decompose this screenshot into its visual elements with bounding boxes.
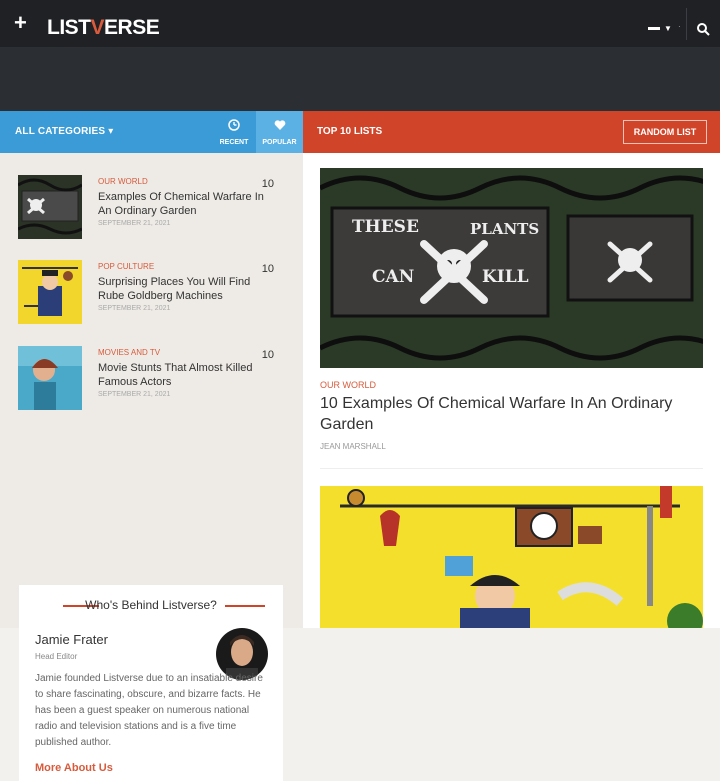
category-bar: ALL CATEGORIES ▾ RECENT POPULAR bbox=[0, 111, 303, 153]
article-title[interactable]: 10 Examples Of Chemical Warfare In An Or… bbox=[320, 393, 700, 435]
about-heading: Who's Behind Listverse? bbox=[85, 598, 217, 612]
thumbnail-image[interactable] bbox=[18, 346, 82, 410]
item-count: 10 bbox=[261, 178, 274, 190]
top-lists-bar: TOP 10 LISTS RANDOM LIST bbox=[303, 111, 720, 153]
main-content: THESE PLANTS CAN KILL OUR WORLD 10 Examp… bbox=[303, 153, 720, 628]
article-category[interactable]: OUR WORLD bbox=[320, 380, 376, 390]
menu-bar-icon bbox=[648, 27, 660, 30]
heart-icon bbox=[256, 119, 303, 134]
sidebar: OUR WORLD 10 Examples Of Chemical Warfar… bbox=[0, 153, 303, 781]
listverse-logo[interactable]: LISTVERSE bbox=[47, 17, 160, 39]
item-date: SEPTEMBER 21, 2021 bbox=[98, 305, 171, 312]
featured-image[interactable] bbox=[320, 486, 703, 628]
item-category[interactable]: MOVIES AND TV bbox=[98, 348, 160, 357]
item-title[interactable]: Surprising Places You Will Find Rube Gol… bbox=[98, 275, 273, 303]
chevron-down-icon: ▼ bbox=[664, 24, 672, 33]
clock-icon bbox=[212, 119, 256, 134]
header-band bbox=[0, 48, 720, 111]
article-author[interactable]: JEAN MARSHALL bbox=[320, 442, 386, 451]
sign-text-these: THESE bbox=[352, 217, 419, 237]
list-item[interactable]: OUR WORLD 10 Examples Of Chemical Warfar… bbox=[18, 175, 278, 239]
item-count: 10 bbox=[261, 349, 274, 361]
tab-recent[interactable]: RECENT bbox=[212, 111, 256, 153]
item-count: 10 bbox=[261, 263, 274, 275]
plus-icon[interactable]: + bbox=[14, 12, 27, 34]
item-title[interactable]: Examples Of Chemical Warfare In An Ordin… bbox=[98, 190, 273, 218]
featured-image[interactable]: THESE PLANTS CAN KILL bbox=[320, 168, 703, 368]
tab-popular-label: POPULAR bbox=[262, 139, 297, 146]
random-list-button[interactable]: RANDOM LIST bbox=[623, 120, 707, 144]
divider bbox=[686, 8, 687, 40]
sign-text-can: CAN bbox=[372, 267, 414, 287]
list-item[interactable]: POP CULTURE 10 Surprising Places You Wil… bbox=[18, 260, 278, 324]
all-categories-dropdown[interactable]: ALL CATEGORIES ▾ bbox=[15, 126, 113, 137]
divider bbox=[320, 468, 703, 469]
editor-name: Jamie Frater bbox=[35, 632, 108, 647]
top-10-lists-link[interactable]: TOP 10 LISTS bbox=[317, 126, 382, 137]
tab-popular[interactable]: POPULAR bbox=[256, 111, 303, 153]
tab-recent-label: RECENT bbox=[219, 139, 249, 146]
search-icon[interactable] bbox=[696, 22, 710, 36]
sign-text-kill: KILL bbox=[482, 267, 529, 287]
dot-icon: · bbox=[678, 22, 681, 31]
menu-dropdown-toggle[interactable]: ▼ · bbox=[644, 22, 684, 34]
item-date: SEPTEMBER 21, 2021 bbox=[98, 391, 171, 398]
editor-role: Head Editor bbox=[35, 652, 78, 661]
item-category[interactable]: OUR WORLD bbox=[98, 177, 148, 186]
thumbnail-image[interactable] bbox=[18, 175, 82, 239]
item-category[interactable]: POP CULTURE bbox=[98, 262, 154, 271]
about-box: Who's Behind Listverse? Jamie Frater Hea… bbox=[19, 585, 283, 781]
sign-text-plants: PLANTS bbox=[470, 220, 539, 238]
list-item[interactable]: MOVIES AND TV 10 Movie Stunts That Almos… bbox=[18, 346, 278, 410]
thumbnail-image[interactable] bbox=[18, 260, 82, 324]
item-date: SEPTEMBER 21, 2021 bbox=[98, 220, 171, 227]
more-about-us-link[interactable]: More About Us bbox=[35, 762, 113, 774]
top-navigation-bar: + LISTVERSE ▼ · bbox=[0, 0, 720, 48]
item-title[interactable]: Movie Stunts That Almost Killed Famous A… bbox=[98, 361, 273, 389]
editor-bio: Jamie founded Listverse due to an insati… bbox=[35, 673, 263, 748]
